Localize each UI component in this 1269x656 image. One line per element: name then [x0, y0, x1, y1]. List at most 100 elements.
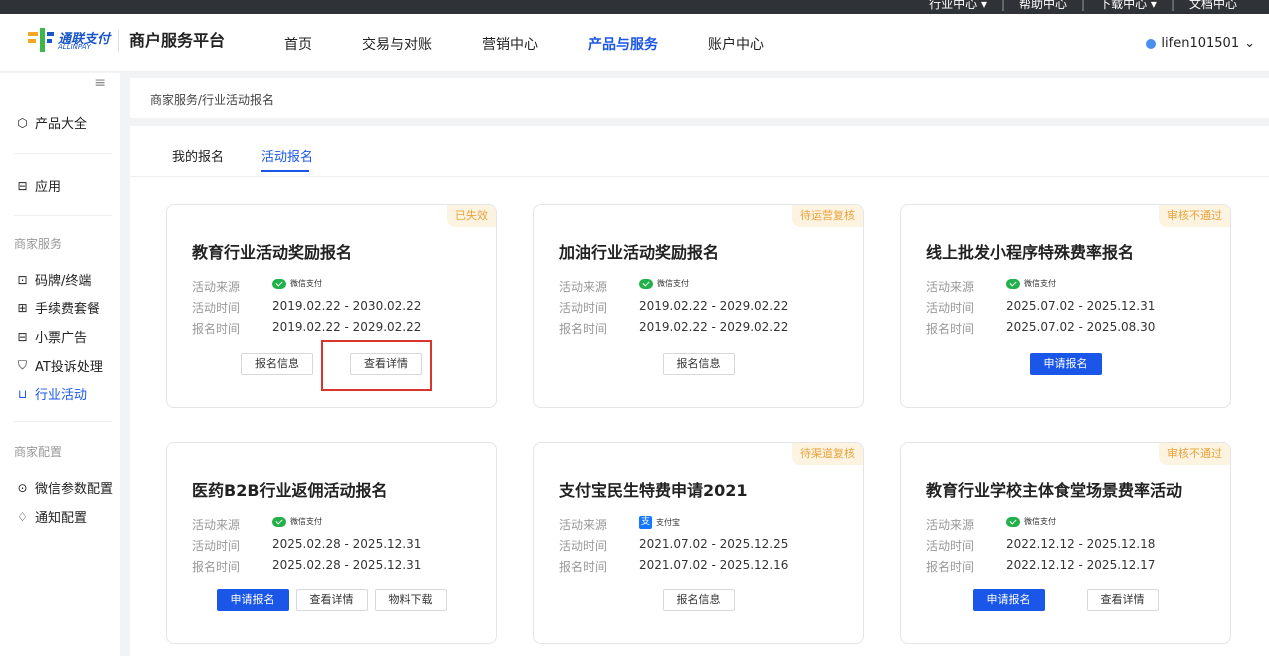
sidebar-item-receipt-ads[interactable]: ⊟ 小票广告 [16, 327, 88, 347]
signup-info-button[interactable]: 报名信息 [662, 353, 735, 375]
cart-icon: ⊔ [17, 386, 28, 401]
docs-center-link[interactable]: 文档中心 [1175, 0, 1251, 12]
view-details-button[interactable]: 查看详情 [1086, 589, 1159, 611]
status-badge: 待渠道复核 [792, 443, 863, 465]
nav-products[interactable]: 产品与服务 [588, 34, 658, 54]
activity-card: 审核不通过 线上批发小程序特殊费率报名 活动来源 微信支付 活动时间 2025.07.02… [900, 204, 1231, 408]
signup-time-row: 报名时间 2025.07.02 - 2025.08.30 [926, 320, 1155, 337]
field-label: 活动来源 [559, 518, 608, 532]
main-nav: 首页 交易与对账 营销中心 产品与服务 账户中心 [284, 34, 814, 54]
allinpay-logo[interactable]: 通联支付 ALLINPAY [28, 26, 113, 56]
username: lifen101501 [1161, 36, 1240, 51]
highlight-box [321, 340, 432, 391]
app-icon: ⊟ [17, 178, 28, 193]
field-value: 2019.02.22 - 2030.02.22 [272, 299, 422, 313]
field-label: 报名时间 [926, 560, 975, 574]
field-label: 活动来源 [192, 280, 241, 294]
apply-signup-button[interactable]: 申请报名 [216, 589, 289, 611]
source-row: 活动来源 微信支付 [926, 516, 1056, 533]
field-label: 活动来源 [192, 518, 241, 532]
payment-source-label: 微信支付 [1024, 517, 1056, 526]
signup-time-row: 报名时间 2025.02.28 - 2025.12.31 [192, 558, 421, 575]
field-label: 活动时间 [192, 539, 241, 553]
alipay-icon: 支 [639, 516, 652, 529]
activity-time-row: 活动时间 2021.07.02 - 2025.12.25 [559, 537, 788, 554]
field-value: 支支付宝 [639, 516, 680, 533]
source-row: 活动来源 微信支付 [192, 278, 322, 295]
tab-bar: 我的报名 活动报名 [130, 126, 1269, 177]
download-center-link[interactable]: 下载中心 ▾ [1085, 0, 1171, 12]
wechat-pay-icon [272, 516, 286, 527]
wechat-config-icon: ⊙ [17, 480, 28, 495]
logo-mark-icon [28, 28, 54, 52]
active-tab-indicator [261, 170, 309, 172]
industry-center-link[interactable]: 行业中心 ▾ [915, 0, 1001, 12]
terminal-icon: ⊡ [17, 272, 28, 287]
user-menu[interactable]: lifen101501 ⌄ [1146, 36, 1255, 51]
signup-info-button[interactable]: 报名信息 [662, 589, 735, 611]
menu-collapse-icon[interactable]: ≡ [94, 75, 106, 91]
sidebar-item-label: 小票广告 [35, 331, 88, 346]
top-utility-bar: 行业中心 ▾ | 帮助中心 | 下载中心 ▾ | 文档中心 [0, 0, 1269, 14]
card-title: 加油行业活动奖励报名 [559, 243, 720, 262]
signup-time-row: 报名时间 2019.02.22 - 2029.02.22 [192, 320, 421, 337]
field-label: 报名时间 [192, 560, 241, 574]
sidebar-item-label: 通知配置 [35, 511, 88, 526]
field-label: 活动时间 [926, 539, 975, 553]
payment-source-label: 微信支付 [290, 517, 322, 526]
logo-text-en: ALLINPAY [58, 43, 91, 51]
nav-account[interactable]: 账户中心 [708, 34, 764, 54]
card-actions: 报名信息 [534, 589, 863, 611]
payment-source: 微信支付 [272, 516, 322, 527]
help-center-link[interactable]: 帮助中心 [1005, 0, 1081, 12]
field-value: 微信支付 [1006, 516, 1056, 533]
tab-my-signups[interactable]: 我的报名 [172, 146, 224, 165]
sidebar-item-terminals[interactable]: ⊡ 码牌/终端 [16, 270, 91, 290]
sidebar-item-apps[interactable]: ⊟ 应用 [16, 176, 61, 196]
sidebar-item-notifications[interactable]: ♢ 通知配置 [16, 507, 88, 527]
sidebar-item-label: AT投诉处理 [35, 360, 103, 375]
view-details-button[interactable]: 查看详情 [295, 589, 368, 611]
field-value: 微信支付 [272, 278, 322, 295]
field-value: 2025.02.28 - 2025.12.31 [272, 537, 422, 551]
apply-signup-button[interactable]: 申请报名 [1029, 353, 1102, 375]
field-label: 报名时间 [192, 322, 241, 336]
sidebar-item-complaints[interactable]: ⛉ AT投诉处理 [16, 356, 103, 375]
divider [14, 421, 112, 422]
nav-transactions[interactable]: 交易与对账 [362, 34, 432, 54]
platform-title: 商户服务平台 [118, 30, 225, 52]
field-value: 2019.02.22 - 2029.02.22 [639, 320, 789, 334]
status-badge: 审核不通过 [1159, 443, 1230, 465]
sidebar-item-wechat-config[interactable]: ⊙ 微信参数配置 [16, 478, 113, 498]
field-value: 2021.07.02 - 2025.12.16 [639, 558, 789, 572]
sidebar-item-industry-activity[interactable]: ⊔ 行业活动 [16, 384, 88, 404]
activity-time-row: 活动时间 2019.02.22 - 2030.02.22 [192, 299, 421, 316]
cube-icon: ⬡ [17, 115, 28, 130]
signup-info-button[interactable]: 报名信息 [241, 353, 313, 375]
field-value: 2022.12.12 - 2025.12.17 [1006, 558, 1156, 572]
header: 通联支付 ALLINPAY 商户服务平台 首页 交易与对账 营销中心 产品与服务… [0, 14, 1269, 72]
card-title: 医药B2B行业返佣活动报名 [192, 481, 388, 500]
field-label: 活动时间 [559, 539, 608, 553]
payment-source: 微信支付 [1006, 278, 1056, 289]
field-label: 活动时间 [559, 301, 608, 315]
download-materials-button[interactable]: 物料下载 [374, 589, 447, 611]
field-value: 2025.07.02 - 2025.08.30 [1006, 320, 1156, 334]
sidebar-item-products[interactable]: ⬡ 产品大全 [16, 113, 88, 133]
activity-card: 待渠道复核 支付宝民生特费申请2021 活动来源 支支付宝 活动时间 2021.07.02… [533, 442, 864, 644]
sidebar-item-label: 产品大全 [35, 117, 88, 132]
field-value: 2019.02.22 - 2029.02.22 [639, 299, 789, 313]
tab-activity-signup[interactable]: 活动报名 [261, 146, 313, 165]
signup-time-row: 报名时间 2022.12.12 - 2025.12.17 [926, 558, 1155, 575]
apply-signup-button[interactable]: 申请报名 [972, 589, 1045, 611]
signup-time-row: 报名时间 2021.07.02 - 2025.12.16 [559, 558, 788, 575]
source-row: 活动来源 微信支付 [926, 278, 1056, 295]
nav-home[interactable]: 首页 [284, 34, 312, 54]
card-title: 教育行业活动奖励报名 [192, 243, 353, 262]
field-label: 活动来源 [559, 280, 608, 294]
field-value: 2021.07.02 - 2025.12.25 [639, 537, 789, 551]
sidebar-item-fee-package[interactable]: ⊞ 手续费套餐 [16, 298, 100, 318]
sidebar-item-label: 行业活动 [35, 388, 88, 403]
nav-marketing[interactable]: 营销中心 [482, 34, 538, 54]
activity-time-row: 活动时间 2019.02.22 - 2029.02.22 [559, 299, 788, 316]
